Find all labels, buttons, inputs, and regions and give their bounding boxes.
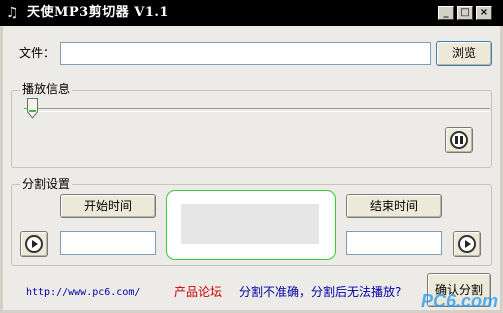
start-time-label: 开始时间 (83, 199, 132, 213)
maximize-button[interactable]: □ (457, 6, 473, 20)
watermark: PC6.com (421, 291, 499, 311)
playback-slider-thumb[interactable] (27, 98, 38, 119)
file-label: 文件： (19, 46, 56, 60)
end-time-label: 结束时间 (369, 199, 418, 213)
minimize-button[interactable]: _ (438, 6, 454, 20)
minimize-icon: _ (443, 7, 449, 18)
start-time-input[interactable] (60, 231, 156, 255)
client-area: 文件： 浏览 播放信息 分割设置 开始时间 结束时间 http://www.pc… (3, 26, 500, 310)
split-group-label: 分割设置 (20, 177, 73, 191)
forum-link[interactable]: 产品论坛 (174, 285, 222, 299)
end-time-input[interactable] (346, 231, 442, 255)
close-button[interactable]: × (476, 6, 492, 20)
file-path-input[interactable] (60, 42, 431, 65)
close-icon: × (479, 7, 489, 18)
pause-icon (450, 131, 468, 149)
window-title: 天使MP3剪切器 V1.1 (27, 5, 169, 20)
play-start-button[interactable] (20, 231, 48, 257)
maximize-icon: □ (460, 7, 470, 18)
browse-label: 浏览 (451, 46, 476, 60)
pause-button[interactable] (445, 127, 473, 153)
music-note-icon: ♫ (6, 5, 19, 21)
playback-slider-track[interactable] (24, 108, 490, 112)
help-link[interactable]: 分割不准确，分割后无法播放? (239, 285, 401, 299)
website-link[interactable]: http://www.pc6.com/ (26, 286, 140, 300)
play-icon (25, 235, 43, 253)
title-bar[interactable]: ♫ 天使MP3剪切器 V1.1 _ □ × (0, 0, 503, 26)
play-end-button[interactable] (453, 231, 481, 257)
end-time-button[interactable]: 结束时间 (346, 194, 442, 218)
time-display-frame (166, 190, 336, 260)
play-icon (458, 235, 476, 253)
start-time-button[interactable]: 开始时间 (60, 194, 156, 218)
browse-button[interactable]: 浏览 (436, 41, 492, 66)
app-window: ♫ 天使MP3剪切器 V1.1 _ □ × 文件： 浏览 播放信息 分割设置 开… (0, 0, 503, 313)
time-display-panel (181, 204, 319, 244)
playback-group-label: 播放信息 (20, 82, 73, 96)
playback-group (11, 90, 492, 168)
